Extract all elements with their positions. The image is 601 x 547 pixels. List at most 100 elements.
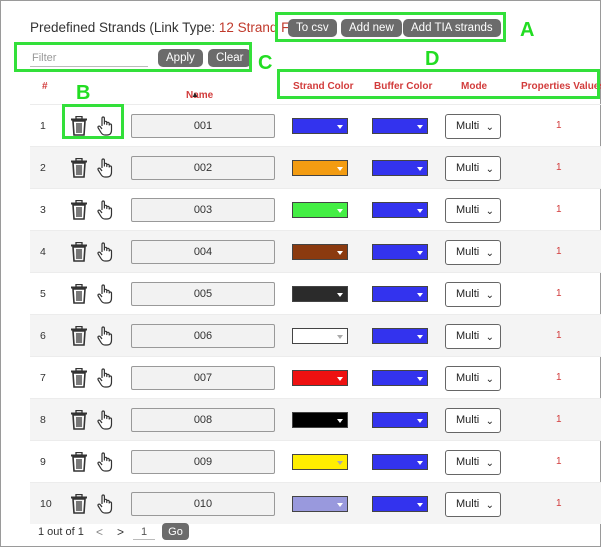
trash-icon[interactable] bbox=[70, 451, 88, 472]
chevron-down-icon bbox=[337, 335, 343, 339]
mode-select[interactable]: Multi ⌄ bbox=[445, 408, 501, 433]
mode-select[interactable]: Multi ⌄ bbox=[445, 114, 501, 139]
hand-pointer-icon[interactable] bbox=[96, 326, 114, 346]
chevron-down-icon bbox=[417, 167, 423, 171]
mode-select[interactable]: Multi ⌄ bbox=[445, 366, 501, 391]
buffer-color-picker[interactable] bbox=[372, 412, 428, 428]
properties-value-link[interactable]: 1 bbox=[556, 498, 562, 509]
hand-pointer-icon[interactable] bbox=[96, 158, 114, 178]
buffer-color-picker[interactable] bbox=[372, 496, 428, 512]
mode-value: Multi bbox=[456, 372, 480, 384]
chevron-down-icon: ⌄ bbox=[485, 290, 494, 301]
trash-icon[interactable] bbox=[70, 367, 88, 388]
annotation-label-c: C bbox=[258, 52, 273, 74]
table-row: 9 009 Multi ⌄ 1 bbox=[30, 440, 601, 482]
chevron-down-icon bbox=[337, 209, 343, 213]
table-row: 7 007 Multi ⌄ 1 bbox=[30, 356, 601, 398]
mode-value: Multi bbox=[456, 330, 480, 342]
chevron-down-icon bbox=[417, 377, 423, 381]
properties-value-link[interactable]: 1 bbox=[556, 372, 562, 383]
trash-icon[interactable] bbox=[70, 325, 88, 346]
row-number: 6 bbox=[40, 330, 46, 342]
trash-icon[interactable] bbox=[70, 283, 88, 304]
hand-pointer-icon[interactable] bbox=[96, 494, 114, 514]
chevron-down-icon: ⌄ bbox=[485, 374, 494, 385]
mode-select[interactable]: Multi ⌄ bbox=[445, 198, 501, 223]
strand-color-picker[interactable] bbox=[292, 496, 348, 512]
chevron-down-icon bbox=[337, 419, 343, 423]
strand-name-input[interactable]: 009 bbox=[131, 450, 275, 474]
chevron-down-icon bbox=[337, 293, 343, 297]
page-number-input[interactable] bbox=[133, 524, 155, 540]
strand-name-input[interactable]: 008 bbox=[131, 408, 275, 432]
mode-select[interactable]: Multi ⌄ bbox=[445, 282, 501, 307]
strand-color-picker[interactable] bbox=[292, 454, 348, 470]
table-row: 6 006 Multi ⌄ 1 bbox=[30, 314, 601, 356]
buffer-color-picker[interactable] bbox=[372, 244, 428, 260]
strand-name-input[interactable]: 010 bbox=[131, 492, 275, 516]
hand-pointer-icon[interactable] bbox=[96, 200, 114, 220]
buffer-color-picker[interactable] bbox=[372, 286, 428, 302]
strand-name-input[interactable]: 007 bbox=[131, 366, 275, 390]
next-page-button[interactable]: > bbox=[117, 525, 124, 539]
strand-color-picker[interactable] bbox=[292, 412, 348, 428]
strand-name-input[interactable]: 006 bbox=[131, 324, 275, 348]
properties-value-link[interactable]: 1 bbox=[556, 288, 562, 299]
hand-pointer-icon[interactable] bbox=[96, 452, 114, 472]
strand-name-input[interactable]: 003 bbox=[131, 198, 275, 222]
strand-name-input[interactable]: 005 bbox=[131, 282, 275, 306]
mode-value: Multi bbox=[456, 162, 480, 174]
buffer-color-picker[interactable] bbox=[372, 118, 428, 134]
strand-color-picker[interactable] bbox=[292, 286, 348, 302]
annotation-label-b: B bbox=[76, 82, 91, 104]
properties-value-link[interactable]: 1 bbox=[556, 246, 562, 257]
strand-color-picker[interactable] bbox=[292, 118, 348, 134]
strand-color-picker[interactable] bbox=[292, 202, 348, 218]
hand-pointer-icon[interactable] bbox=[96, 410, 114, 430]
trash-icon[interactable] bbox=[70, 493, 88, 514]
mode-value: Multi bbox=[456, 246, 480, 258]
properties-value-link[interactable]: 1 bbox=[556, 204, 562, 215]
buffer-color-picker[interactable] bbox=[372, 160, 428, 176]
properties-value-link[interactable]: 1 bbox=[556, 162, 562, 173]
row-number: 5 bbox=[40, 288, 46, 300]
trash-icon[interactable] bbox=[70, 199, 88, 220]
strand-name-input[interactable]: 002 bbox=[131, 156, 275, 180]
properties-value-link[interactable]: 1 bbox=[556, 330, 562, 341]
properties-value-link[interactable]: 1 bbox=[556, 456, 562, 467]
prev-page-button[interactable]: < bbox=[96, 525, 103, 539]
sort-ascending-icon[interactable]: ▲ bbox=[191, 90, 199, 99]
trash-icon[interactable] bbox=[70, 409, 88, 430]
chevron-down-icon bbox=[337, 461, 343, 465]
column-number: # bbox=[42, 81, 48, 92]
mode-select[interactable]: Multi ⌄ bbox=[445, 492, 501, 517]
chevron-down-icon: ⌄ bbox=[485, 122, 494, 133]
hand-pointer-icon[interactable] bbox=[96, 284, 114, 304]
buffer-color-picker[interactable] bbox=[372, 454, 428, 470]
strand-name-input[interactable]: 001 bbox=[131, 114, 275, 138]
hand-pointer-icon[interactable] bbox=[96, 368, 114, 388]
hand-pointer-icon[interactable] bbox=[96, 242, 114, 262]
go-button[interactable]: Go bbox=[162, 523, 189, 540]
mode-select[interactable]: Multi ⌄ bbox=[445, 324, 501, 349]
strand-color-picker[interactable] bbox=[292, 160, 348, 176]
trash-icon[interactable] bbox=[70, 157, 88, 178]
mode-select[interactable]: Multi ⌄ bbox=[445, 156, 501, 181]
chevron-down-icon bbox=[417, 419, 423, 423]
buffer-color-picker[interactable] bbox=[372, 202, 428, 218]
strand-name-input[interactable]: 004 bbox=[131, 240, 275, 264]
page-title: Predefined Strands (Link Type: 12 Strand… bbox=[30, 20, 316, 35]
strand-color-picker[interactable] bbox=[292, 328, 348, 344]
chevron-down-icon: ⌄ bbox=[485, 416, 494, 427]
properties-value-link[interactable]: 1 bbox=[556, 414, 562, 425]
strand-color-picker[interactable] bbox=[292, 370, 348, 386]
mode-select[interactable]: Multi ⌄ bbox=[445, 450, 501, 475]
properties-value-link[interactable]: 1 bbox=[556, 120, 562, 131]
mode-select[interactable]: Multi ⌄ bbox=[445, 240, 501, 265]
row-number: 2 bbox=[40, 162, 46, 174]
trash-icon[interactable] bbox=[70, 241, 88, 262]
buffer-color-picker[interactable] bbox=[372, 328, 428, 344]
buffer-color-picker[interactable] bbox=[372, 370, 428, 386]
chevron-down-icon bbox=[337, 167, 343, 171]
strand-color-picker[interactable] bbox=[292, 244, 348, 260]
